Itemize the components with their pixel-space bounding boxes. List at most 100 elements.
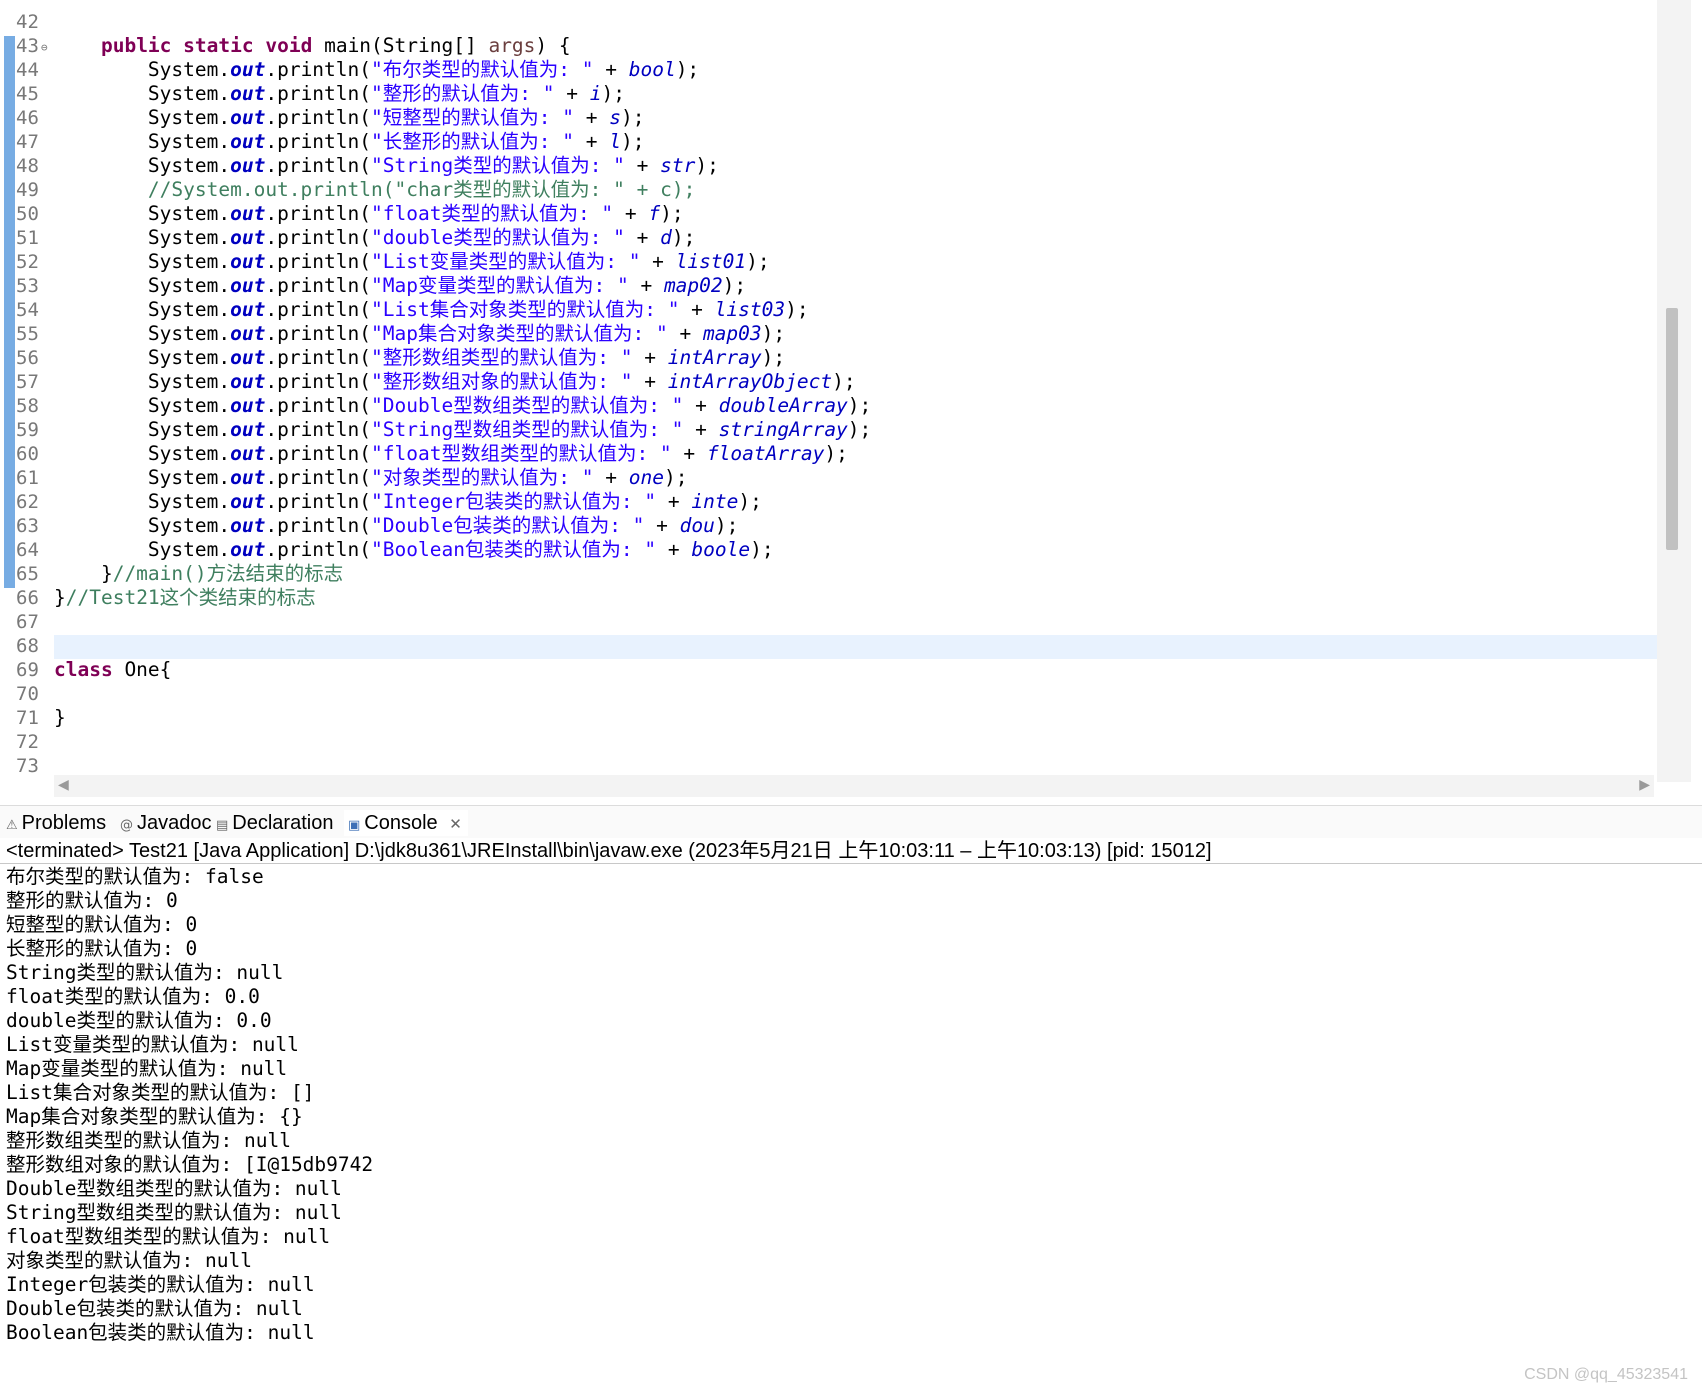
token-plain: System. [54, 322, 231, 345]
code-line[interactable]: 53 System.out.println("Map变量类型的默认值为: " +… [0, 274, 1655, 298]
console-line: 整形的默认值为: 0 [6, 889, 178, 912]
console-line: 对象类型的默认值为: null [6, 1249, 252, 1272]
code-line[interactable]: 57 System.out.println("整形数组对象的默认值为: " + … [0, 370, 1655, 394]
token-plain: ); [663, 466, 688, 489]
code-line[interactable]: 50 System.out.println("float类型的默认值为: " +… [0, 202, 1655, 226]
token-plain: ); [671, 226, 696, 249]
code-text: System.out.println("Map变量类型的默认值为: " + ma… [54, 274, 746, 298]
token-plain: System. [54, 538, 231, 561]
token-str: "整形的默认值为: " [371, 82, 555, 105]
token-plain: ); [746, 250, 770, 273]
console-line: double类型的默认值为: 0.0 [6, 1009, 272, 1032]
token-fld: out [230, 82, 266, 105]
token-str: "对象类型的默认值为: " [371, 466, 594, 489]
code-text: System.out.println("Double包装类的默认值为: " + … [54, 514, 738, 538]
token-plain: .println( [265, 514, 372, 537]
tab-declaration[interactable]: ▤ Declaration [216, 810, 333, 836]
token-plain: ); [620, 130, 645, 153]
code-line[interactable]: 72 [0, 730, 1655, 754]
token-plain: + [624, 154, 661, 177]
line-number: 73 [16, 755, 39, 777]
token-var: d [660, 226, 672, 249]
code-line[interactable]: 59 System.out.println("String型数组类型的默认值为:… [0, 418, 1655, 442]
token-cmt: //System.out.println("char类型的默认值为: " + c… [147, 178, 696, 201]
code-line[interactable]: 56 System.out.println("整形数组类型的默认值为: " + … [0, 346, 1655, 370]
token-cmt: //Test21这个类结束的标志 [65, 586, 316, 609]
token-var: list01 [675, 250, 747, 273]
code-line[interactable]: 68 [0, 634, 1655, 658]
console-line: 短整型的默认值为: 0 [6, 913, 198, 936]
token-fld: out [230, 346, 266, 369]
token-plain: + [644, 514, 680, 537]
token-fld: out [230, 130, 266, 153]
token-plain: + [554, 82, 590, 105]
code-line[interactable]: 51 System.out.println("double类型的默认值为: " … [0, 226, 1655, 250]
code-text: System.out.println("长整形的默认值为: " + l); [54, 130, 645, 154]
code-line[interactable]: 69 class One{ [0, 658, 1655, 682]
token-plain: ); [695, 154, 719, 177]
token-plain: System. [54, 442, 231, 465]
code-line[interactable]: 54 System.out.println("List集合对象类型的默认值为: … [0, 298, 1655, 322]
token-plain: ); [714, 514, 739, 537]
code-line[interactable]: 45 System.out.println("整形的默认值为: " + i); [0, 82, 1655, 106]
code-line[interactable]: 58 System.out.println("Double型数组类型的默认值为:… [0, 394, 1655, 418]
token-fld: out [230, 274, 266, 297]
vertical-scrollbar[interactable] [1657, 0, 1691, 782]
code-line[interactable]: 47 System.out.println("长整形的默认值为: " + l); [0, 130, 1655, 154]
code-line[interactable]: 64 System.out.println("Boolean包装类的默认值为: … [0, 538, 1655, 562]
fold-toggle-icon[interactable]: ⊖ [41, 36, 48, 60]
vertical-scroll-thumb[interactable] [1666, 308, 1678, 550]
tab-javadoc[interactable]: @ Javadoc [120, 810, 212, 836]
token-plain: + [624, 226, 661, 249]
code-line[interactable]: 46 System.out.println("短整型的默认值为: " + s); [0, 106, 1655, 130]
horizontal-scrollbar[interactable]: ◀ ▶ [54, 775, 1654, 797]
tab-label: Console [364, 812, 438, 834]
code-line[interactable]: 42 [0, 10, 1655, 34]
code-line[interactable]: 60 System.out.println("float型数组类型的默认值为: … [0, 442, 1655, 466]
token-str: "Double型数组类型的默认值为: " [371, 394, 684, 417]
code-line[interactable]: 70 [0, 682, 1655, 706]
line-number: 53 [16, 275, 39, 297]
token-plain: ); [601, 82, 625, 105]
token-plain: + [679, 298, 715, 321]
token-plain: .println( [265, 322, 372, 345]
token-str: "Boolean包装类的默认值为: " [371, 538, 657, 561]
token-plain: + [640, 250, 676, 273]
line-number: 60 [16, 443, 39, 465]
code-line[interactable]: 55 System.out.println("Map集合对象类型的默认值为: "… [0, 322, 1655, 346]
token-plain: System. [54, 466, 231, 489]
code-line[interactable]: 71} [0, 706, 1655, 730]
code-line[interactable]: 62 System.out.println("Integer包装类的默认值为: … [0, 490, 1655, 514]
tab-console[interactable]: ▣ Console ✕ [344, 810, 468, 836]
token-var: intArrayObject [667, 370, 833, 393]
code-text: System.out.println("Map集合对象类型的默认值为: " + … [54, 322, 785, 346]
code-line[interactable]: 61 System.out.println("对象类型的默认值为: " + on… [0, 466, 1655, 490]
close-icon[interactable]: ✕ [449, 815, 462, 833]
scroll-left-arrow-icon[interactable]: ◀ [58, 777, 69, 793]
console-line: Integer包装类的默认值为: null [6, 1273, 315, 1296]
console-line: 布尔类型的默认值为: false [6, 865, 264, 888]
line-number: 66 [16, 587, 39, 609]
token-plain: System. [54, 202, 231, 225]
code-line[interactable]: 65 }//main()方法结束的标志 [0, 562, 1655, 586]
code-line[interactable]: 52 System.out.println("List变量类型的默认值为: " … [0, 250, 1655, 274]
tab-problems[interactable]: ⚠ Problems [6, 810, 106, 836]
token-plain: + [683, 394, 719, 417]
code-line[interactable]: 66}//Test21这个类结束的标志 [0, 586, 1655, 610]
code-editor[interactable]: 42 43 ⊖ public static void main(String[] a… [0, 0, 1702, 800]
token-plain: .println( [265, 274, 372, 297]
code-line[interactable]: 63 System.out.println("Double包装类的默认值为: "… [0, 514, 1655, 538]
token-plain: + [683, 418, 719, 441]
token-plain: .println( [265, 394, 372, 417]
code-text: System.out.println("Boolean包装类的默认值为: " +… [54, 538, 774, 562]
code-line[interactable]: 48 System.out.println("String类型的默认值为: " … [0, 154, 1655, 178]
line-number: 47 [16, 131, 39, 153]
scroll-right-arrow-icon[interactable]: ▶ [1639, 777, 1650, 793]
code-line[interactable]: 44 System.out.println("布尔类型的默认值为: " + bo… [0, 58, 1655, 82]
javadoc-icon: @ [120, 818, 133, 833]
line-number: 71 [16, 707, 39, 729]
token-str: "整形数组对象的默认值为: " [371, 370, 633, 393]
code-line[interactable]: 67 [0, 610, 1655, 634]
code-line[interactable]: 43 ⊖ public static void main(String[] arg… [0, 34, 1655, 58]
code-line[interactable]: 49 //System.out.println("char类型的默认值为: " … [0, 178, 1655, 202]
